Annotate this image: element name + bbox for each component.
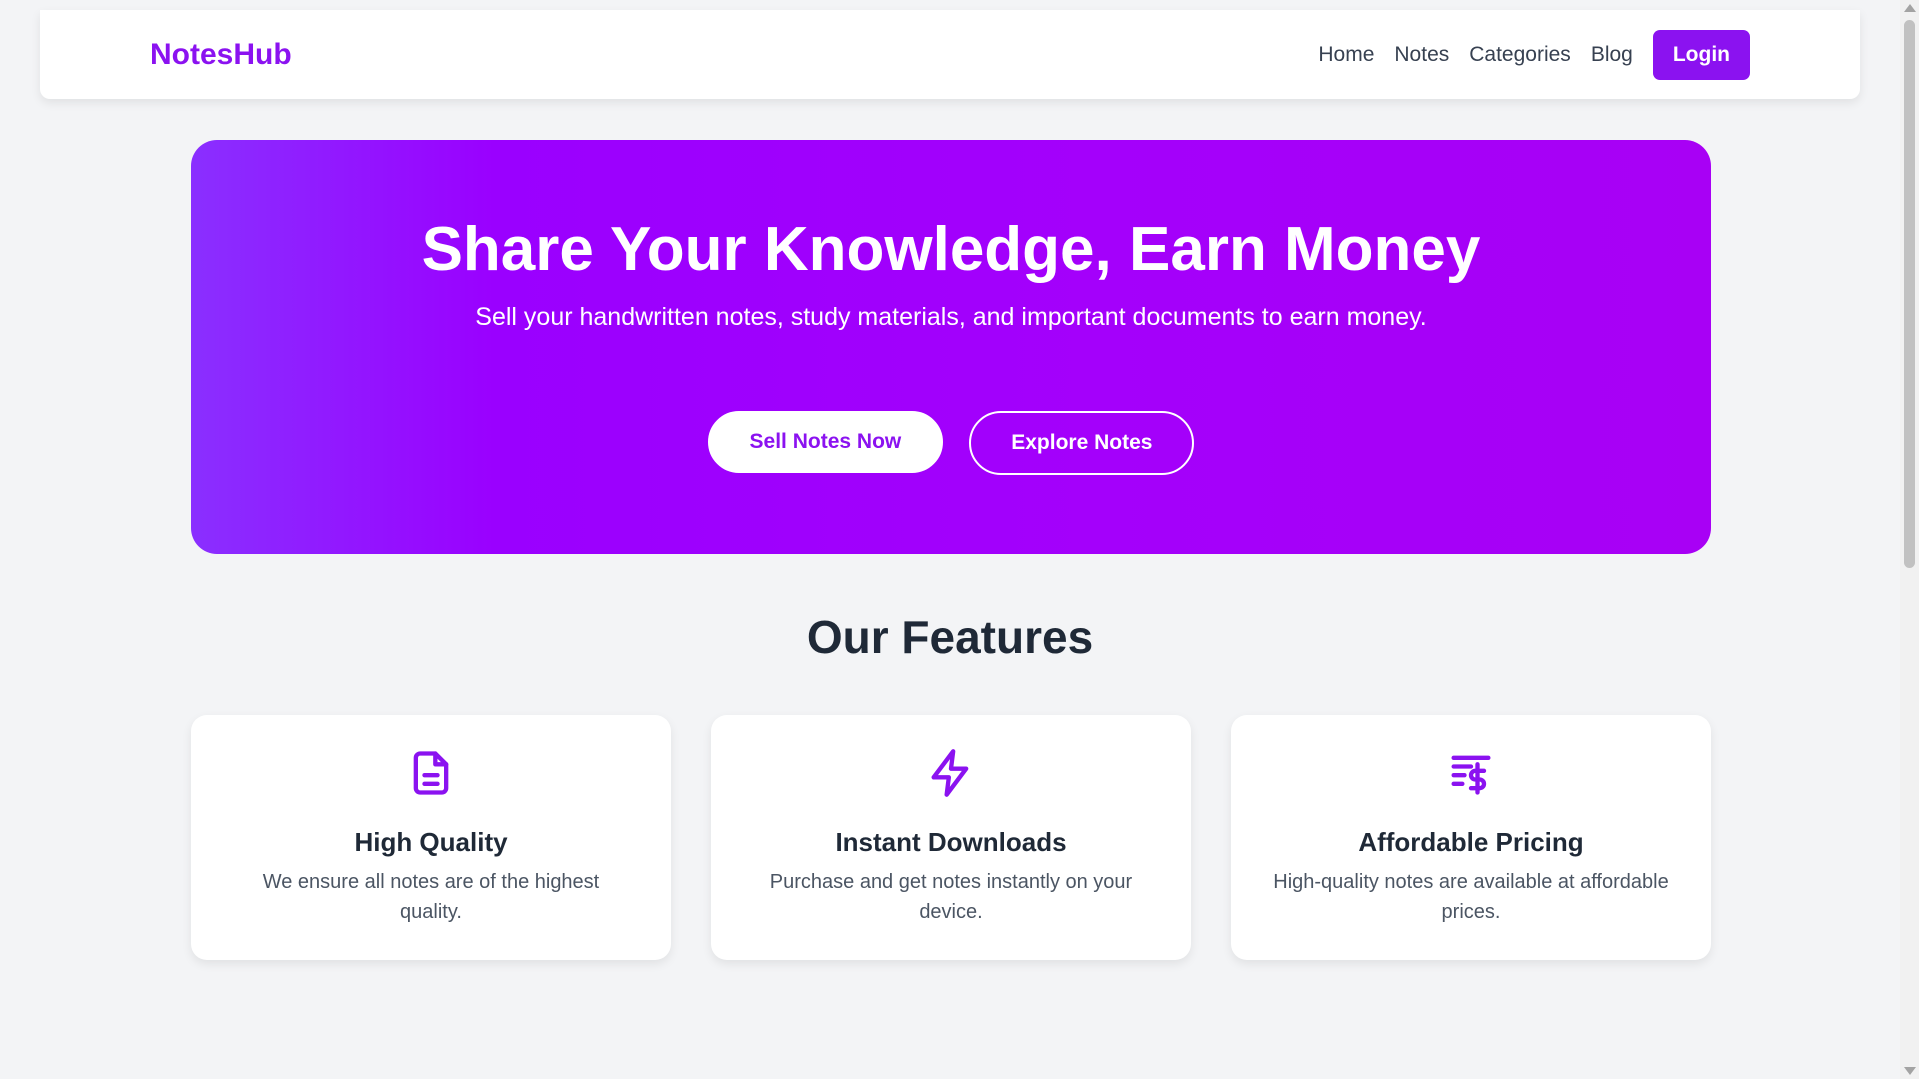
- hero-banner: Share Your Knowledge, Earn Money Sell yo…: [191, 140, 1711, 554]
- features-heading: Our Features: [806, 611, 1094, 663]
- feature-title: High Quality: [354, 827, 508, 857]
- nav-link-categories[interactable]: Categories: [1469, 43, 1571, 67]
- nav-link-home[interactable]: Home: [1318, 43, 1374, 67]
- nav-links: Home Notes Categories Blog Login: [1318, 30, 1750, 80]
- hero-title: Share Your Knowledge, Earn Money: [421, 215, 1481, 284]
- page: NotesHub Home Notes Categories Blog Logi…: [0, 0, 1900, 1079]
- scroll-down-arrow-icon[interactable]: [1904, 1067, 1916, 1075]
- vertical-scrollbar[interactable]: [1900, 0, 1919, 1079]
- hero-subtitle: Sell your handwritten notes, study mater…: [475, 303, 1427, 331]
- login-button[interactable]: Login: [1652, 30, 1750, 80]
- nav-link-notes[interactable]: Notes: [1394, 43, 1449, 67]
- scrollbar-thumb[interactable]: [1904, 20, 1915, 568]
- feature-title: Instant Downloads: [835, 827, 1067, 857]
- navbar: NotesHub Home Notes Categories Blog Logi…: [40, 10, 1860, 99]
- feature-card-instant-downloads: Instant Downloads Purchase and get notes…: [711, 715, 1191, 960]
- document-icon: [413, 751, 449, 795]
- explore-notes-button[interactable]: Explore Notes: [969, 411, 1195, 475]
- feature-description: High-quality notes are available at affo…: [1273, 871, 1669, 923]
- sell-notes-button[interactable]: Sell Notes Now: [707, 411, 944, 473]
- nav-link-blog[interactable]: Blog: [1591, 43, 1633, 67]
- feature-cards: High Quality We ensure all notes are of …: [191, 715, 1711, 960]
- feature-description: We ensure all notes are of the highest q…: [262, 871, 600, 923]
- hero-buttons: Sell Notes Now Explore Notes: [191, 411, 1711, 475]
- feature-title: Affordable Pricing: [1358, 827, 1584, 857]
- brand-logo[interactable]: NotesHub: [150, 10, 292, 99]
- feature-description: Purchase and get notes instantly on your…: [769, 871, 1133, 923]
- feature-card-affordable-pricing: Affordable Pricing High-quality notes ar…: [1231, 715, 1711, 960]
- feature-card-high-quality: High Quality We ensure all notes are of …: [191, 715, 671, 960]
- scroll-up-arrow-icon[interactable]: [1904, 4, 1916, 12]
- lightning-icon: [931, 749, 969, 797]
- pricing-icon: [1451, 755, 1491, 795]
